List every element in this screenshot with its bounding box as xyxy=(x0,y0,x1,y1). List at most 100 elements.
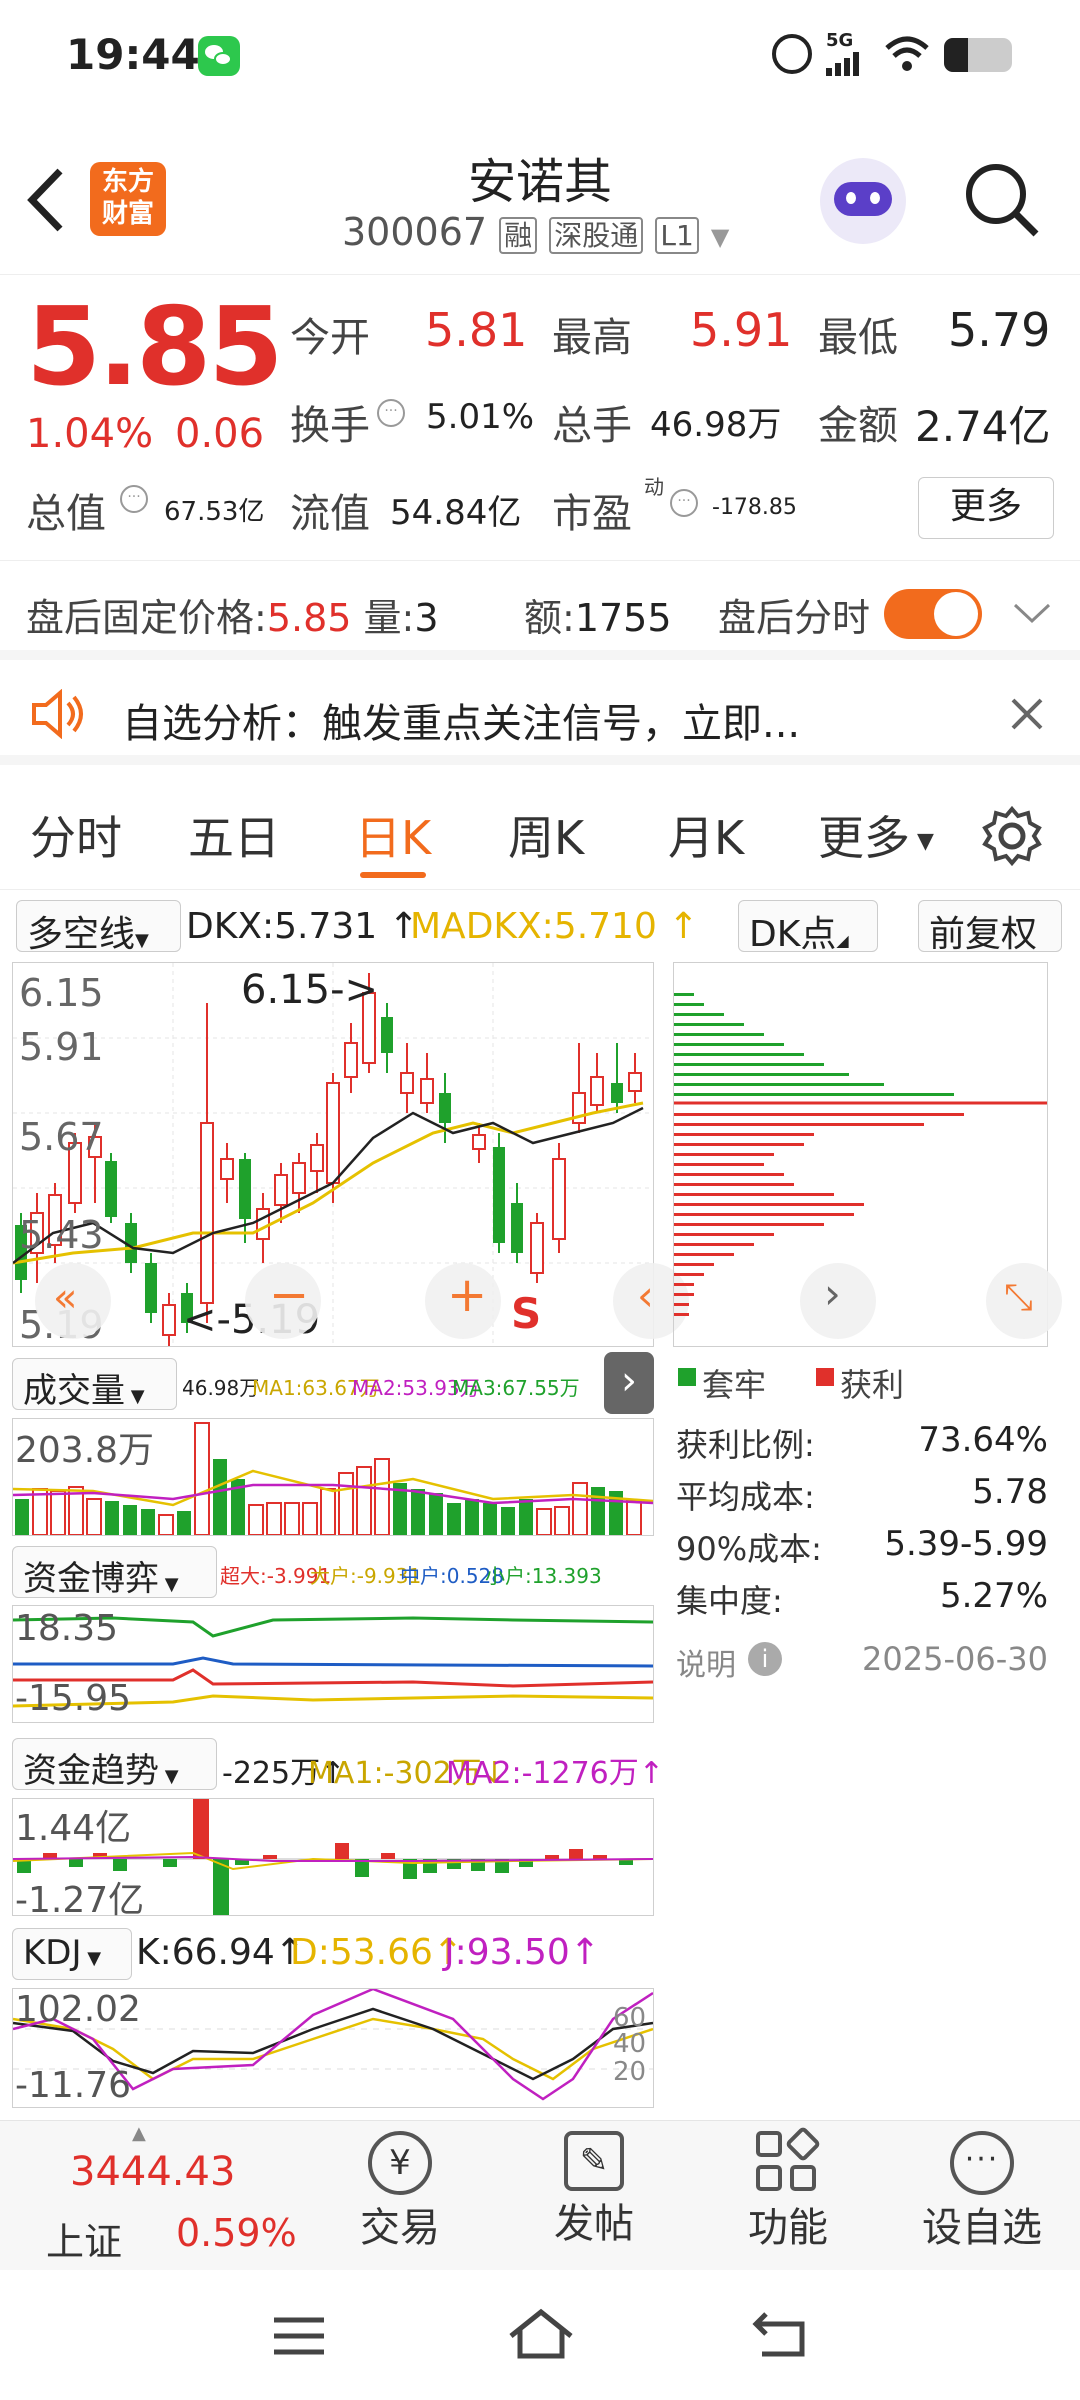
stock-header: 东方 财富 安诺其 300067 融 深股通 L1 ▼ xyxy=(0,120,1080,275)
back-icon[interactable] xyxy=(22,165,72,235)
fund-trend-ma2: MA2:-1276万↑ xyxy=(446,1756,664,1791)
zoom-in-button[interactable]: + xyxy=(425,1263,501,1339)
nav-post[interactable]: ✎ 发帖 xyxy=(514,2131,674,2249)
stock-code: 300067 xyxy=(342,210,488,254)
volume-chart: 203.8万 xyxy=(12,1418,654,1536)
mktcap-value: 67.53亿 xyxy=(164,497,265,527)
after-hours-amount: 额:1755 xyxy=(524,596,672,640)
open-label: 今开 xyxy=(290,315,370,361)
fund-trend-y-top: 1.44亿 xyxy=(15,1808,132,1849)
y-axis-label: 5.67 xyxy=(19,1115,104,1159)
chip-date: 2025-06-30 xyxy=(862,1640,1048,1678)
dk-point-button[interactable]: DK点◢ xyxy=(738,900,878,955)
nav-add-watchlist-label: 设自选 xyxy=(922,2205,1042,2251)
explain-link[interactable]: 说明 xyxy=(676,1640,736,1684)
yen-icon: ¥ xyxy=(368,2131,432,2195)
tab-more[interactable]: 更多 ▼ xyxy=(818,802,934,868)
float-value: 54.84亿 xyxy=(390,493,522,533)
status-bar: 19:44 5G xyxy=(0,0,1080,120)
kdj-select[interactable]: KDJ ▼ xyxy=(12,1928,132,1980)
more-button[interactable]: 更多 xyxy=(918,477,1054,539)
tab-five-day[interactable]: 五日 xyxy=(188,802,280,868)
after-hours-toggle[interactable] xyxy=(884,589,982,639)
home-icon[interactable] xyxy=(506,2306,576,2362)
index-value[interactable]: 3444.43 xyxy=(70,2149,235,2195)
low-value: 5.79 xyxy=(948,303,1051,357)
nav-trade-label: 交易 xyxy=(360,2205,440,2251)
stock-code-row[interactable]: 300067 融 深股通 L1 ▼ xyxy=(342,210,729,254)
grid-icon xyxy=(756,2125,822,2195)
zoom-out-button[interactable]: − xyxy=(245,1263,321,1339)
chip-distribution-chart[interactable]: › ⤡ xyxy=(673,962,1062,1347)
signal-icon xyxy=(826,52,868,76)
nav-trade[interactable]: ¥ 交易 xyxy=(320,2131,480,2253)
menu-icon[interactable] xyxy=(272,2314,326,2358)
volume-indicator-select[interactable]: 成交量 ▼ xyxy=(12,1358,177,1411)
info-icon[interactable]: i xyxy=(748,1642,782,1676)
tab-week-k[interactable]: 周K xyxy=(508,802,584,868)
chevron-down-icon[interactable] xyxy=(1012,601,1052,625)
robot-assistant-icon[interactable] xyxy=(820,158,906,244)
level-tag: L1 xyxy=(655,217,699,254)
change-percent: 1.04% xyxy=(26,411,154,457)
wifi-icon xyxy=(885,36,929,71)
tab-minute[interactable]: 分时 xyxy=(30,802,122,868)
gear-icon[interactable] xyxy=(980,804,1044,868)
alarm-icon xyxy=(772,34,812,74)
fund-small: 小户:13.393 xyxy=(485,1564,602,1588)
chip-note-row: 说明 i 2025-06-30 xyxy=(676,1640,1048,1684)
search-icon[interactable] xyxy=(962,160,1042,240)
wechat-icon xyxy=(198,36,240,76)
index-name[interactable]: 上证 xyxy=(46,2211,122,2266)
tab-day-k[interactable]: 日K xyxy=(355,802,431,868)
fund-game-chart: 18.35 -15.95 xyxy=(12,1605,654,1723)
index-change[interactable]: 0.59% xyxy=(176,2211,297,2255)
quote-panel: 5.85 1.04% 0.06 今开 5.81 最高 5.91 最低 5.79 … xyxy=(0,275,1080,550)
volume-ma3: MA3:67.55万 xyxy=(452,1376,580,1400)
fund-game-y-bottom: -15.95 xyxy=(15,1678,132,1719)
more-dots-icon: ··· xyxy=(950,2131,1014,2195)
network-label: 5G xyxy=(826,30,854,51)
open-value: 5.81 xyxy=(425,303,528,357)
info-icon[interactable]: ··· xyxy=(377,399,405,427)
high-value: 5.91 xyxy=(690,303,793,357)
y-axis-label: 6.15 xyxy=(19,971,104,1015)
kdj-right-label: 20 xyxy=(613,2057,647,2087)
status-time: 19:44 xyxy=(66,30,200,79)
kdj-d: D:53.66↑ xyxy=(290,1932,464,1973)
legend-profit: 获利 xyxy=(840,1366,905,1404)
fund-game-y-top: 18.35 xyxy=(15,1608,119,1649)
app-logo: 东方 财富 xyxy=(90,162,166,236)
fund-game-select[interactable]: 资金博弈 ▼ xyxy=(12,1546,217,1599)
sell-signal-mark: S xyxy=(511,1289,542,1338)
chip-next-button[interactable]: › xyxy=(800,1263,876,1339)
close-icon[interactable] xyxy=(1010,697,1044,731)
analysis-notice[interactable]: 自选分析：触发重点关注信号，立即... xyxy=(0,665,1080,765)
after-hours-chart-label: 盘后分时 xyxy=(718,596,871,640)
nav-add-watchlist[interactable]: ··· 设自选 xyxy=(902,2131,1062,2253)
tab-active-indicator xyxy=(360,872,426,878)
scroll-left-button[interactable]: « xyxy=(35,1263,111,1339)
info-icon[interactable]: ··· xyxy=(670,489,698,517)
expand-panel-button[interactable]: › xyxy=(604,1352,654,1414)
kdj-right-label: 40 xyxy=(613,2029,647,2059)
indicator-select[interactable]: 多空线▼ xyxy=(16,900,181,955)
volume-label: 总手 xyxy=(552,403,632,449)
fund-trend-chart: 1.44亿 -1.27亿 xyxy=(12,1798,654,1921)
expand-icon[interactable]: ⤡ xyxy=(986,1263,1062,1339)
dropdown-icon: ▼ xyxy=(710,223,730,251)
kline-chart[interactable]: 6.15 5.91 5.67 5.43 5.19 6.15-> <-5.19 S… xyxy=(12,962,689,1347)
kdj-j: J:93.50↑ xyxy=(444,1932,600,1973)
adjustment-button[interactable]: 前复权 xyxy=(918,900,1062,955)
back-nav-icon[interactable] xyxy=(752,2308,812,2360)
nav-functions-label: 功能 xyxy=(748,2205,828,2251)
info-icon[interactable]: ··· xyxy=(120,485,148,513)
chart-tabs: 分时 五日 日K 周K 月K 更多 ▼ xyxy=(0,780,1080,890)
nav-functions[interactable]: 功能 xyxy=(708,2125,868,2253)
volume-value: 46.98万 xyxy=(650,405,782,445)
change-amount: 0.06 xyxy=(175,411,265,457)
after-hours-info: 盘后固定价格:5.85 量:3 xyxy=(26,596,439,640)
tab-month-k[interactable]: 月K xyxy=(668,802,744,868)
speaker-icon xyxy=(32,689,83,739)
fund-trend-select[interactable]: 资金趋势 ▼ xyxy=(12,1738,217,1791)
